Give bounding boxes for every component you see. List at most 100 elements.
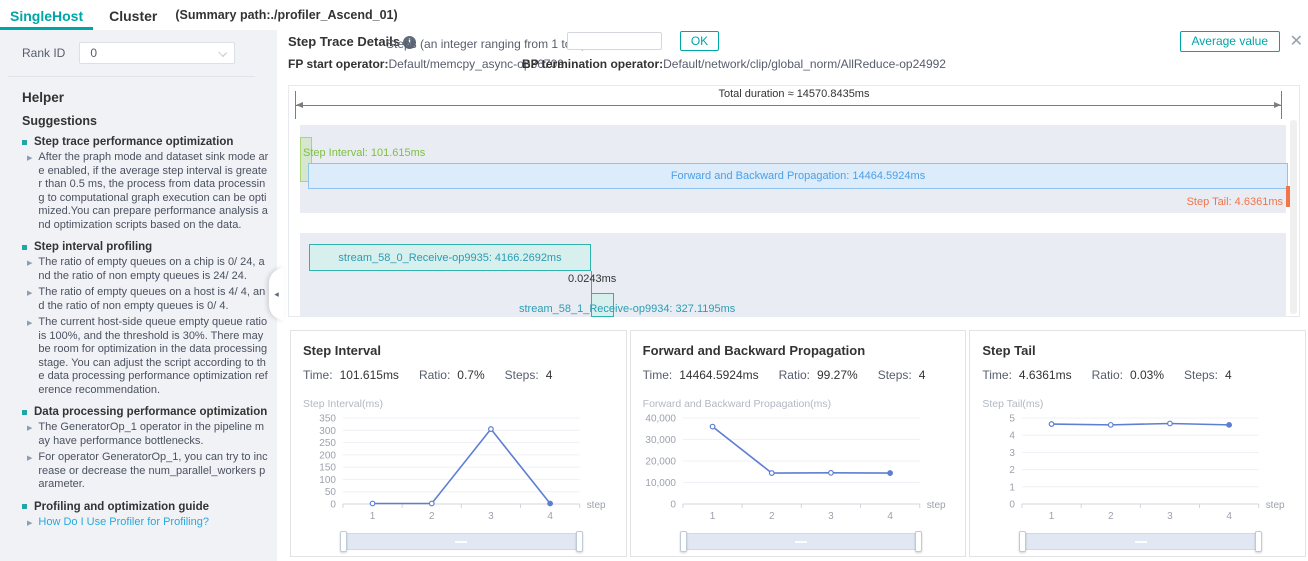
rank-id-value: 0: [90, 46, 97, 60]
datazoom-grip: [1135, 541, 1147, 543]
timeline-scrollbar[interactable]: [1290, 120, 1297, 314]
card-step-tail: Step Tail Time:4.6361ms Ratio:0.03% Step…: [969, 330, 1306, 557]
triangle-bullet-icon: ▶: [27, 422, 32, 448]
profiler-app: SingleHost Cluster (Summary path:./profi…: [0, 0, 1308, 561]
summary-path: (Summary path:./profiler_Ascend_01): [175, 8, 397, 30]
collapse-arrow-icon: ◂: [274, 289, 279, 300]
bp-termination-operator-label: BP termination operator:: [522, 57, 663, 71]
suggestion-section-title: Step interval profiling: [22, 241, 269, 253]
bullet-square-icon: [22, 140, 27, 145]
svg-text:4: 4: [1227, 511, 1233, 522]
card-metrics: Time:101.615ms Ratio:0.7% Steps:4: [303, 368, 614, 382]
card-title: Step Tail: [982, 343, 1293, 358]
datazoom-right-handle[interactable]: [1255, 531, 1262, 552]
card-fbp: Forward and Backward Propagation Time:14…: [630, 330, 967, 557]
step-interval-label: Step Interval: 101.615ms: [303, 147, 425, 159]
chevron-down-icon: [218, 48, 227, 57]
steps-input[interactable]: [567, 32, 662, 50]
arrow-right-icon: [1274, 102, 1281, 108]
svg-text:step: step: [1266, 500, 1285, 511]
svg-text:100: 100: [319, 475, 336, 486]
svg-text:2: 2: [1010, 465, 1016, 476]
y-axis-title: Step Interval(ms): [303, 398, 614, 410]
sidebar-collapse-button[interactable]: ◂: [269, 268, 284, 320]
helper-link-item[interactable]: ▶How Do I Use Profiler for Profiling?: [22, 516, 269, 531]
svg-text:3: 3: [1167, 511, 1173, 522]
suggestions-heading: Suggestions: [22, 114, 97, 128]
svg-text:1: 1: [1010, 482, 1016, 493]
helper-heading: Helper: [22, 90, 64, 105]
triangle-bullet-icon: ▶: [27, 452, 32, 492]
card-metrics: Time:14464.5924ms Ratio:99.27% Steps:4: [643, 368, 954, 382]
suggestion-section-title: Profiling and optimization guide: [22, 501, 269, 513]
svg-text:0: 0: [1010, 499, 1016, 510]
svg-text:4: 4: [887, 511, 893, 522]
datazoom-grip: [455, 541, 467, 543]
svg-text:30,000: 30,000: [645, 435, 676, 446]
tab-cluster[interactable]: Cluster: [99, 3, 167, 30]
suggestion-item: ▶The ratio of empty queues on a chip is …: [22, 256, 269, 283]
y-axis-title: Step Tail(ms): [982, 398, 1293, 410]
svg-text:0: 0: [330, 499, 336, 510]
stream1-label: stream_58_0_Receive-op9935: 4166.2692ms: [338, 252, 561, 264]
card-title: Forward and Backward Propagation: [643, 343, 954, 358]
fp-start-operator-label: FP start operator:: [288, 57, 388, 71]
arrow-left-icon: [296, 102, 303, 108]
operator-info-row: FP start operator:Default/memcpy_async-o…: [288, 57, 564, 71]
tab-singlehost[interactable]: SingleHost: [0, 3, 93, 30]
rank-id-select[interactable]: 0: [79, 42, 235, 64]
svg-text:3: 3: [1010, 448, 1016, 459]
bullet-square-icon: [22, 504, 27, 509]
svg-text:350: 350: [319, 413, 336, 424]
step-tail-bar: [1286, 186, 1290, 207]
svg-text:0: 0: [670, 499, 676, 510]
fbp-bar: Forward and Backward Propagation: 14464.…: [308, 163, 1288, 189]
datazoom-right-handle[interactable]: [576, 531, 583, 552]
top-tab-bar: SingleHost Cluster (Summary path:./profi…: [0, 0, 1308, 30]
sidebar-divider: [8, 76, 255, 77]
datazoom-grip: [795, 541, 807, 543]
ok-button[interactable]: OK: [680, 31, 719, 51]
triangle-bullet-icon: ▶: [27, 257, 32, 283]
gap-duration-label: 0.0243ms: [568, 273, 616, 285]
suggestion-item: ▶The ratio of empty queues on a host is …: [22, 286, 269, 313]
total-duration-ruler: [295, 91, 1282, 119]
datazoom-left-handle[interactable]: [340, 531, 347, 552]
svg-text:1: 1: [1049, 511, 1055, 522]
svg-text:3: 3: [828, 511, 834, 522]
average-value-button[interactable]: Average value: [1180, 31, 1281, 52]
suggestion-item: ▶The GeneratorOp_1 operator in the pipel…: [22, 421, 269, 448]
close-icon[interactable]: ✕: [1290, 31, 1303, 51]
stream2-label: stream_58_1_Receive-op9934: 327.1195ms: [519, 303, 735, 315]
main-panel: Step Trace Detailsi Steps (an integer ra…: [277, 30, 1308, 561]
metric-cards: Step Interval Time:101.615ms Ratio:0.7% …: [290, 330, 1306, 557]
datazoom-left-handle[interactable]: [1019, 531, 1026, 552]
svg-text:40,000: 40,000: [645, 413, 676, 424]
suggestion-item: ▶After the praph mode and dataset sink m…: [22, 151, 269, 232]
card-metrics: Time:4.6361ms Ratio:0.03% Steps:4: [982, 368, 1293, 382]
bullet-square-icon: [22, 410, 27, 415]
step-trace-timeline: Total duration ≈ 14570.8435ms Step Inter…: [288, 85, 1300, 317]
datazoom-slider[interactable]: [1020, 533, 1261, 550]
svg-text:4: 4: [547, 511, 553, 522]
svg-text:200: 200: [319, 450, 336, 461]
bullet-square-icon: [22, 245, 27, 250]
svg-text:50: 50: [325, 487, 337, 498]
datazoom-right-handle[interactable]: [915, 531, 922, 552]
triangle-bullet-icon: ▶: [27, 287, 32, 313]
datazoom-slider[interactable]: [681, 533, 922, 550]
datazoom-left-handle[interactable]: [680, 531, 687, 552]
svg-text:3: 3: [488, 511, 494, 522]
fbp-label: Forward and Backward Propagation: 14464.…: [671, 170, 925, 182]
svg-text:1: 1: [709, 511, 715, 522]
suggestion-section-title: Data processing performance optimization: [22, 406, 269, 418]
datazoom-slider[interactable]: [341, 533, 582, 550]
stream1-bar: stream_58_0_Receive-op9935: 4166.2692ms: [309, 244, 591, 271]
svg-text:2: 2: [1108, 511, 1114, 522]
svg-text:2: 2: [429, 511, 435, 522]
svg-text:150: 150: [319, 463, 336, 474]
triangle-bullet-icon: ▶: [27, 517, 32, 531]
helper-sidebar: Rank ID 0 Helper Suggestions Step trace …: [0, 30, 277, 561]
svg-text:10,000: 10,000: [645, 478, 676, 489]
svg-text:250: 250: [319, 438, 336, 449]
